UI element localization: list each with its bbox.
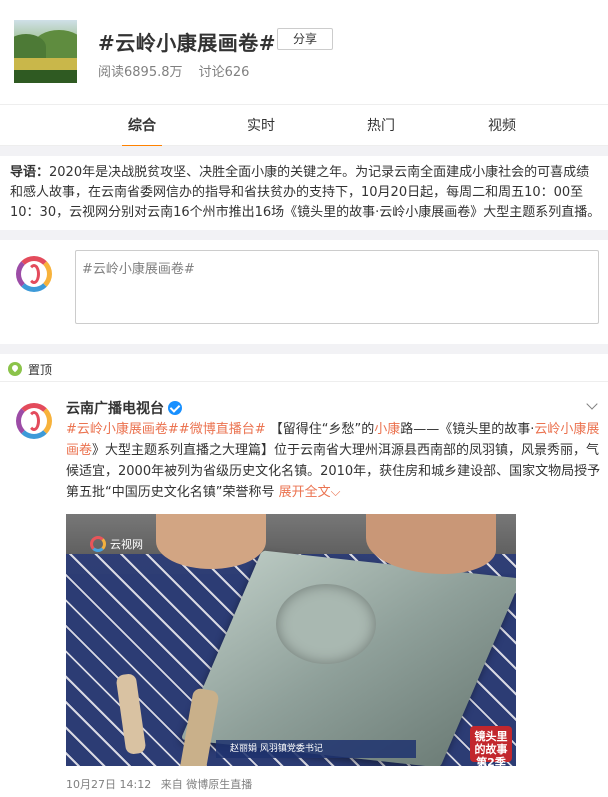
hashtag-link[interactable]: #微博直播台# xyxy=(179,422,266,437)
keyword-link[interactable]: 小康 xyxy=(374,422,400,437)
tab-hot[interactable]: 热门 xyxy=(351,105,411,146)
tab-realtime[interactable]: 实时 xyxy=(231,105,291,146)
topic-tabs: 综合 实时 热门 视频 xyxy=(0,104,608,147)
video-watermark: 云视网 xyxy=(90,536,143,552)
author-name[interactable]: 云南广播电视台 xyxy=(66,398,164,418)
post-composer-input[interactable]: #云岭小康展画卷# xyxy=(75,250,599,324)
post-source: 来自 微博原生直播 xyxy=(160,778,253,791)
pinned-label: 置顶 xyxy=(8,359,52,379)
section-divider xyxy=(0,146,608,156)
section-divider xyxy=(0,344,608,354)
share-button[interactable]: 分享 xyxy=(277,28,333,50)
discussion-count: 讨论626 xyxy=(198,65,250,80)
chevron-down-icon[interactable] xyxy=(586,400,598,412)
topic-title: #云岭小康展画卷# xyxy=(98,31,277,55)
post-body: 【留得住“乡愁”的 xyxy=(269,422,375,437)
post-date[interactable]: 10月27日 14:12 xyxy=(66,778,151,791)
post-meta: 10月27日 14:12 来自 微博原生直播 xyxy=(66,776,258,792)
intro-text: 2020年是决战脱贫攻坚、决胜全面小康的关键之年。为记录云南全面建成小康社会的可… xyxy=(10,165,601,220)
verified-icon xyxy=(168,401,182,415)
expand-full-text-link[interactable]: 展开全文⌵ xyxy=(279,485,341,500)
author-name-row: 云南广播电视台 xyxy=(66,398,182,418)
tab-video[interactable]: 视频 xyxy=(472,105,532,146)
topic-intro: 导语：2020年是决战脱贫攻坚、决胜全面小康的关键之年。为记录云南全面建成小康社… xyxy=(10,163,602,223)
show-badge: 镜头里 的故事 第2季 xyxy=(470,726,512,766)
divider xyxy=(0,381,608,382)
video-caption: 赵丽娟 风羽镇党委书记 xyxy=(216,740,416,758)
topic-header: #云岭小康展画卷# 分享 阅读6895.8万 讨论626 xyxy=(0,0,608,100)
intro-prefix: 导语： xyxy=(10,165,50,180)
post-video[interactable]: 云视网 赵丽娟 风羽镇党委书记 镜头里 的故事 第2季 xyxy=(66,514,516,766)
topic-cover-image xyxy=(14,20,77,83)
author-avatar[interactable] xyxy=(12,399,56,443)
pin-icon xyxy=(8,362,22,376)
read-count: 阅读6895.8万 xyxy=(98,65,183,80)
logo-icon xyxy=(90,536,106,552)
tab-comprehensive[interactable]: 综合 xyxy=(112,105,172,147)
topic-stats: 阅读6895.8万 讨论626 xyxy=(98,61,261,80)
pinned-text: 置顶 xyxy=(28,362,53,377)
post-body: 路——《镜头里的故事· xyxy=(400,422,535,437)
hashtag-link[interactable]: #云岭小康展画卷# xyxy=(66,422,179,437)
post-text: #云岭小康展画卷##微博直播台# 【留得住“乡愁”的小康路——《镜头里的故事·云… xyxy=(66,419,602,503)
user-avatar[interactable] xyxy=(12,252,56,296)
section-divider xyxy=(0,230,608,240)
